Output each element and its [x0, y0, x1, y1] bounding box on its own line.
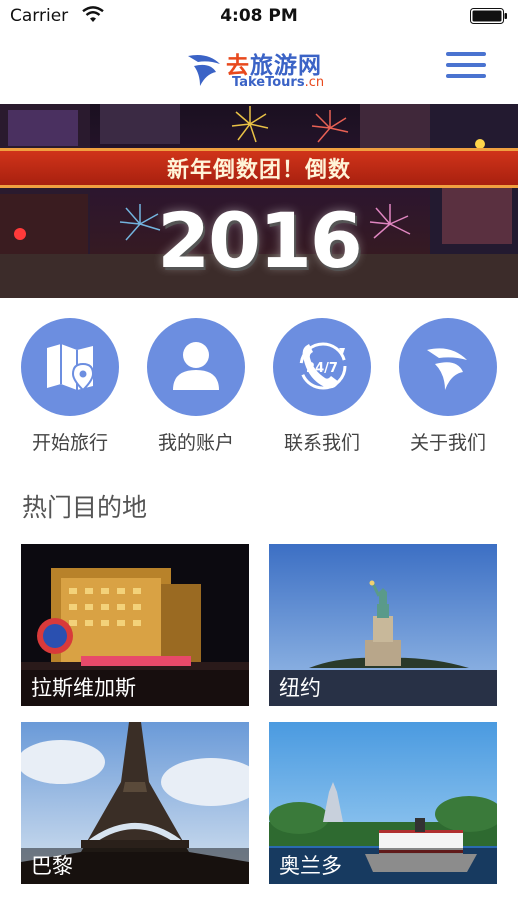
- section-title: 热门目的地: [22, 493, 148, 522]
- destination-card-new-york[interactable]: 纽约: [269, 544, 497, 706]
- destination-label: 纽约: [269, 670, 497, 706]
- quick-actions: 开始旅行 我的账户 24/7 联系我们 关于我们: [0, 318, 518, 458]
- destination-card-paris[interactable]: 巴黎: [21, 722, 249, 884]
- action-label: 我的账户: [157, 432, 234, 454]
- banner-subtitle: 新年倒数团！倒数: [166, 158, 351, 183]
- contact-us-button[interactable]: 24/7 联系我们: [262, 318, 382, 458]
- map-pin-icon: [47, 344, 95, 392]
- action-label: 开始旅行: [31, 432, 108, 454]
- action-icon-circle: [399, 318, 497, 416]
- destination-card-las-vegas[interactable]: 拉斯维加斯: [21, 544, 249, 706]
- action-icon-circle: 24/7: [273, 318, 371, 416]
- nav-bar: 去旅游网 TakeTours.cn: [0, 34, 518, 104]
- logo-text-en-domain: .cn: [304, 75, 325, 90]
- brand-logo-icon: [188, 55, 220, 86]
- battery-icon: [470, 8, 507, 24]
- phone-24-7-icon: 24/7: [299, 342, 347, 390]
- hamburger-menu-icon[interactable]: [446, 52, 486, 82]
- destination-label: 奥兰多: [269, 848, 497, 884]
- promo-banner[interactable]: 新年倒数团！倒数 2016: [0, 104, 518, 298]
- destination-label: 拉斯维加斯: [21, 670, 249, 706]
- site-logo[interactable]: 去旅游网 TakeTours.cn: [186, 46, 346, 96]
- brand-logo-icon: [427, 348, 467, 390]
- status-bar: Carrier 4:08 PM: [0, 0, 518, 34]
- action-icon-circle: [21, 318, 119, 416]
- destination-card-orlando[interactable]: 奥兰多: [269, 722, 497, 884]
- action-label: 联系我们: [283, 432, 360, 454]
- my-account-button[interactable]: 我的账户: [136, 318, 256, 458]
- svg-text:24/7: 24/7: [306, 361, 338, 376]
- logo-text-en: TakeTours.cn: [232, 75, 324, 90]
- user-icon: [173, 342, 219, 390]
- clock-label: 4:08 PM: [220, 6, 298, 26]
- action-label: 关于我们: [409, 432, 486, 454]
- banner-year: 2016: [157, 196, 363, 285]
- destination-label: 巴黎: [21, 848, 249, 884]
- action-icon-circle: [147, 318, 245, 416]
- about-us-button[interactable]: 关于我们: [388, 318, 508, 458]
- start-travel-button[interactable]: 开始旅行: [10, 318, 130, 458]
- logo-text-en-name: TakeTours: [232, 75, 305, 90]
